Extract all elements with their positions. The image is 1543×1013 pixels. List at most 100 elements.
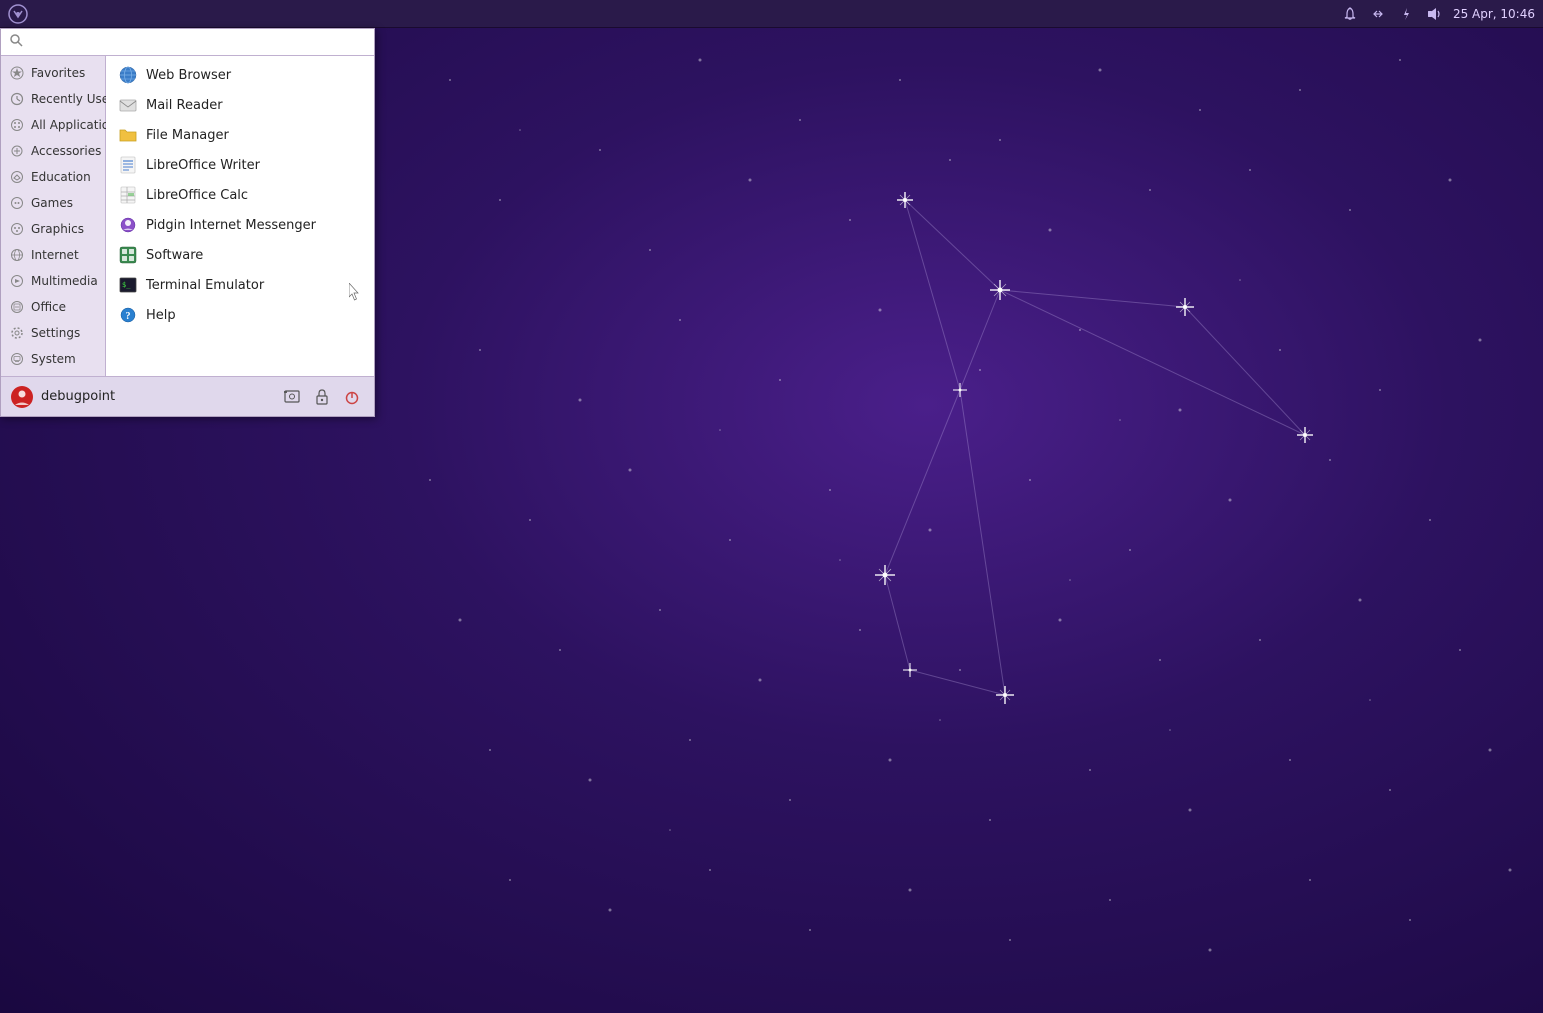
user-info: debugpoint: [11, 386, 115, 408]
gamepad-icon: [10, 196, 24, 210]
search-bar: [1, 29, 374, 56]
app-item-web-browser[interactable]: Web Browser: [106, 60, 374, 90]
taskbar-right: 25 Apr, 10:46: [1341, 5, 1535, 23]
power-manager-icon[interactable]: [1397, 5, 1415, 23]
app-item-software[interactable]: Software: [106, 240, 374, 270]
education-icon: [9, 169, 25, 185]
power-button[interactable]: [340, 385, 364, 409]
app-item-web-browser-label: Web Browser: [146, 68, 231, 83]
computer-icon: [10, 352, 24, 366]
terminal-icon: $_: [118, 275, 138, 295]
sidebar-item-graphics-label: Graphics: [31, 222, 84, 236]
screenshot-button[interactable]: [280, 385, 304, 409]
settings-icon: [9, 325, 25, 341]
screenshot-icon: [283, 388, 301, 406]
app-item-libreoffice-calc-label: LibreOffice Calc: [146, 188, 248, 203]
menu-bottom-bar: debugpoint: [1, 376, 374, 416]
sidebar-item-internet-label: Internet: [31, 248, 79, 262]
sidebar-item-all-applications[interactable]: All Applications: [1, 112, 105, 138]
app-item-pidgin[interactable]: Pidgin Internet Messenger: [106, 210, 374, 240]
software-color-icon: [119, 246, 137, 264]
svg-text:$_: $_: [122, 281, 131, 289]
svg-text:?: ?: [126, 311, 131, 322]
writer-color-icon: [119, 156, 137, 174]
office-icon: [9, 299, 25, 315]
network-icon[interactable]: [1369, 5, 1387, 23]
search-input[interactable]: [29, 35, 366, 50]
app-item-file-manager-label: File Manager: [146, 128, 229, 143]
bell-icon: [1342, 6, 1358, 22]
app-item-libreoffice-calc[interactable]: LibreOffice Calc: [106, 180, 374, 210]
libreoffice-calc-icon: [118, 185, 138, 205]
sidebar-item-favorites[interactable]: Favorites: [1, 60, 105, 86]
app-item-mail-reader[interactable]: Mail Reader: [106, 90, 374, 120]
web-browser-icon: [118, 65, 138, 85]
lightning-icon: [1398, 6, 1414, 22]
music-icon: [10, 274, 24, 288]
doc-icon: [10, 300, 24, 314]
sidebar-item-settings[interactable]: Settings: [1, 320, 105, 346]
graphics-icon: [9, 221, 25, 237]
calc-color-icon: [119, 186, 137, 204]
folder-color-icon: [119, 126, 137, 144]
taskbar: 25 Apr, 10:46: [0, 0, 1543, 28]
application-menu: Favorites Recently Used: [0, 28, 375, 417]
mail-reader-icon: [118, 95, 138, 115]
app-item-libreoffice-writer-label: LibreOffice Writer: [146, 158, 260, 173]
sidebar-item-multimedia[interactable]: Multimedia: [1, 268, 105, 294]
sidebar-item-system[interactable]: System: [1, 346, 105, 372]
help-color-icon: ?: [119, 306, 137, 324]
arrows-icon: [1370, 6, 1386, 22]
search-icon: [9, 33, 23, 51]
lock-icon: [313, 388, 331, 406]
accessories-icon: [10, 144, 24, 158]
paint-icon: [10, 222, 24, 236]
sidebar-item-settings-label: Settings: [31, 326, 80, 340]
app-item-libreoffice-writer[interactable]: LibreOffice Writer: [106, 150, 374, 180]
notification-icon[interactable]: [1341, 5, 1359, 23]
datetime-display: 25 Apr, 10:46: [1453, 7, 1535, 21]
accessories-icon: [9, 143, 25, 159]
terminal-color-icon: $_: [119, 276, 137, 294]
help-icon: ?: [118, 305, 138, 325]
background-stars: [429, 59, 1512, 952]
constellation-lines: [885, 200, 1305, 695]
lock-button[interactable]: [310, 385, 334, 409]
app-item-terminal-label: Terminal Emulator: [146, 278, 264, 293]
sidebar-item-office[interactable]: Office: [1, 294, 105, 320]
star-icon: [10, 66, 24, 80]
taskbar-logo[interactable]: [8, 4, 28, 24]
mail-color-icon: [119, 96, 137, 114]
multimedia-icon: [9, 273, 25, 289]
sidebar-item-games-label: Games: [31, 196, 73, 210]
all-apps-icon: [9, 117, 25, 133]
sidebar-item-recently-used-label: Recently Used: [31, 92, 117, 106]
sidebar-item-games[interactable]: Games: [1, 190, 105, 216]
sidebar-item-education[interactable]: Education: [1, 164, 105, 190]
games-icon: [9, 195, 25, 211]
app-item-help[interactable]: ? Help: [106, 300, 374, 330]
app-item-file-manager[interactable]: File Manager: [106, 120, 374, 150]
sidebar-item-recently-used[interactable]: Recently Used: [1, 86, 105, 112]
sidebar-item-accessories[interactable]: Accessories: [1, 138, 105, 164]
pidgin-color-icon: [119, 216, 137, 234]
clock-icon: [10, 92, 24, 106]
taskbar-left: [8, 4, 28, 24]
xfce-logo-icon: [8, 4, 28, 24]
gear-icon: [10, 326, 24, 340]
sidebar-item-graphics[interactable]: Graphics: [1, 216, 105, 242]
favorites-icon: [9, 65, 25, 81]
app-item-terminal-emulator[interactable]: $_ Terminal Emulator: [106, 270, 374, 300]
volume-icon[interactable]: [1425, 5, 1443, 23]
libreoffice-writer-icon: [118, 155, 138, 175]
software-icon: [118, 245, 138, 265]
recently-used-icon: [9, 91, 25, 107]
username-label: debugpoint: [41, 389, 115, 404]
grid-icon: [10, 118, 24, 132]
apps-list: Web Browser Mail Reader: [106, 56, 374, 376]
sidebar-item-internet[interactable]: Internet: [1, 242, 105, 268]
menu-content: Favorites Recently Used: [1, 56, 374, 376]
system-icon: [9, 351, 25, 367]
internet-icon: [9, 247, 25, 263]
app-item-help-label: Help: [146, 308, 176, 323]
